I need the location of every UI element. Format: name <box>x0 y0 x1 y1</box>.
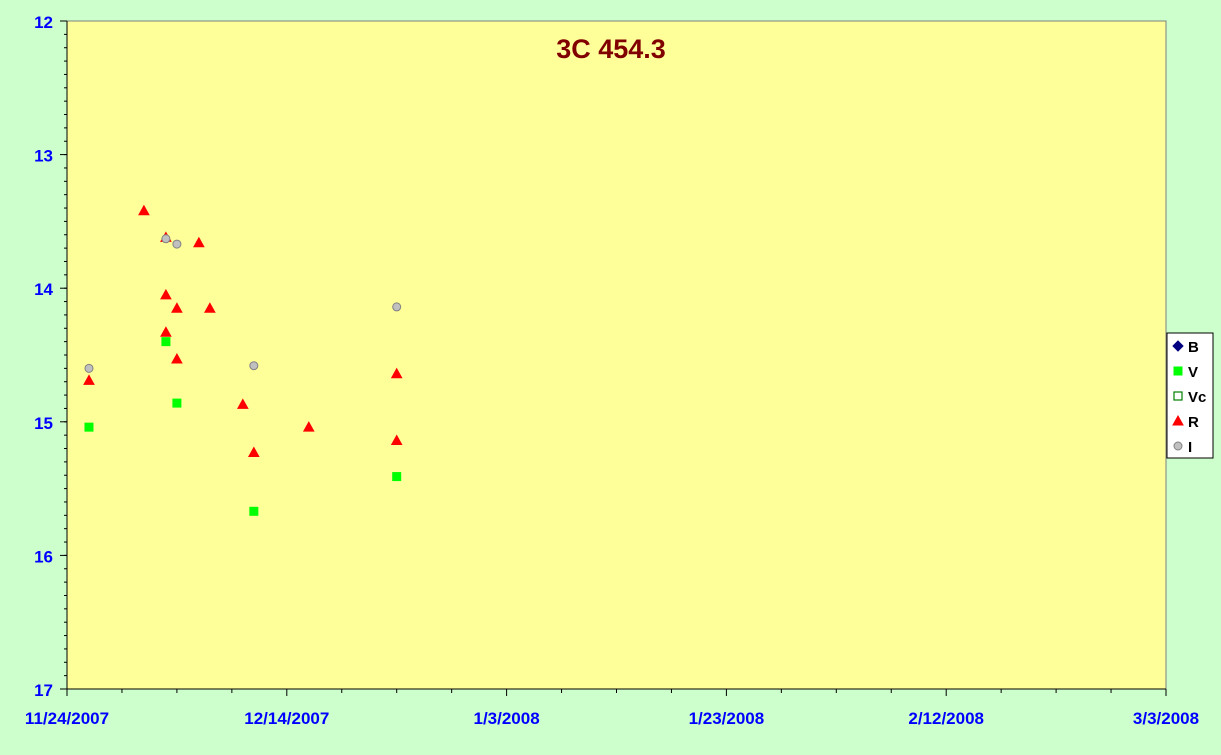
y-tick-label: 16 <box>34 547 53 566</box>
data-point-v <box>172 398 182 408</box>
y-tick-label: 12 <box>34 13 53 32</box>
y-tick-label: 15 <box>34 414 53 433</box>
data-point-i <box>161 234 171 244</box>
data-point-i <box>84 363 94 373</box>
x-tick-label: 3/3/2008 <box>1133 709 1199 728</box>
legend-label-i: I <box>1188 439 1192 456</box>
legend-label-vc: Vc <box>1188 389 1206 406</box>
data-point-i <box>172 239 182 249</box>
data-point-v <box>161 337 171 347</box>
legend-marker-i <box>1173 441 1183 451</box>
y-tick-label: 14 <box>34 280 53 299</box>
x-tick-label: 11/24/2007 <box>25 709 109 728</box>
legend: BV Vc RI <box>1166 332 1214 459</box>
x-tick-label: 2/12/2008 <box>908 709 984 728</box>
chart: 12 13 14 15 16 17 11/24/2007 12/14/2007 1/3/2008… <box>0 0 1221 750</box>
legend-label-v: V <box>1188 364 1198 381</box>
legend-label-b: B <box>1188 339 1199 356</box>
data-point-i <box>249 361 259 371</box>
data-point-i <box>392 302 402 312</box>
legend-marker-v <box>1173 366 1183 376</box>
legend-label-r: R <box>1188 414 1199 431</box>
chart-title: 3C 454.3 <box>556 34 666 64</box>
chart-svg: 12 13 14 15 16 17 11/24/2007 12/14/2007 1/3/2008… <box>25 13 1214 728</box>
x-tick-label: 1/3/2008 <box>474 709 540 728</box>
y-tick-label: 13 <box>34 147 53 166</box>
x-tick-label: 1/23/2008 <box>689 709 765 728</box>
x-tick-label: 12/14/2007 <box>244 709 329 728</box>
plot-area <box>66 20 1167 690</box>
data-point-v <box>84 422 94 432</box>
data-point-v <box>249 506 259 516</box>
data-point-v <box>392 472 402 482</box>
y-tick-label: 17 <box>34 681 53 700</box>
